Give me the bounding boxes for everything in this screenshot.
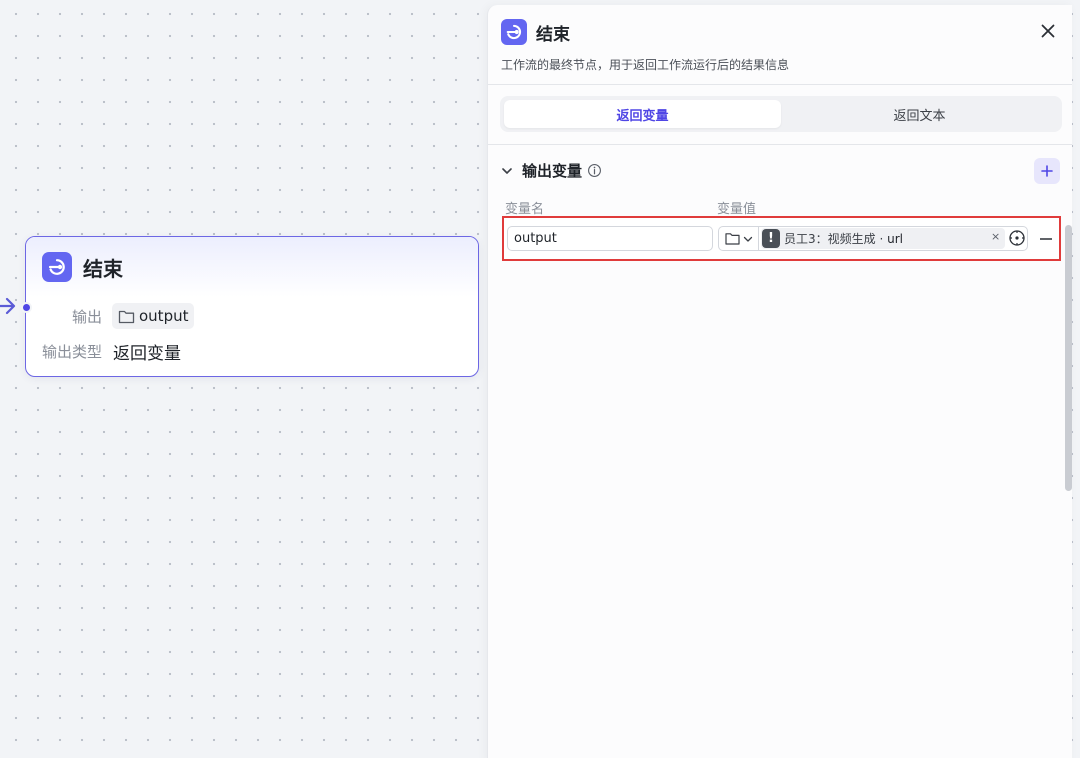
node-config-panel: 结束 工作流的最终节点，用于返回工作流运行后的结果信息 返回变量 返回文本 输出… xyxy=(487,5,1072,758)
end-node[interactable]: 结束 输出 output 输出类型 返回变量 xyxy=(25,236,479,377)
end-node-icon xyxy=(42,252,72,282)
variable-reference-text: 员工3：视频生成 · url xyxy=(784,230,903,247)
reference-path: url xyxy=(887,232,903,246)
connection-arrow-icon xyxy=(0,297,16,315)
node-output-type-row: 输出类型 返回变量 xyxy=(26,339,181,364)
node-input-port[interactable] xyxy=(21,302,32,313)
end-node-title: 结束 xyxy=(83,256,123,281)
panel-title: 结束 xyxy=(536,24,570,45)
chevron-down-icon xyxy=(743,236,752,242)
node-output-chip: output xyxy=(112,303,195,329)
node-output-row: 输出 output xyxy=(26,303,195,329)
output-variables-section-header[interactable]: 输出变量 xyxy=(501,160,602,181)
close-icon[interactable] xyxy=(1038,21,1058,41)
divider xyxy=(488,144,1072,145)
reference-picker-icon[interactable] xyxy=(1008,229,1026,247)
info-icon[interactable] xyxy=(587,163,602,178)
chevron-down-icon[interactable] xyxy=(501,165,513,177)
add-variable-button[interactable] xyxy=(1034,158,1060,184)
clear-reference-icon[interactable]: × xyxy=(991,230,1000,243)
variable-row: ! 员工3：视频生成 · url × xyxy=(502,216,1061,261)
column-header-name: 变量名 xyxy=(505,202,545,217)
warning-icon: ! xyxy=(762,229,780,248)
output-mode-tabs: 返回变量 返回文本 xyxy=(500,96,1062,132)
variable-reference-chip[interactable]: ! 员工3：视频生成 · url xyxy=(761,228,1005,249)
panel-description: 工作流的最终节点，用于返回工作流运行后的结果信息 xyxy=(501,58,790,72)
node-output-type-value: 返回变量 xyxy=(113,344,181,364)
node-output-label: 输出 xyxy=(71,307,102,326)
panel-scrollbar[interactable] xyxy=(1065,225,1072,491)
variable-value-field: ! 员工3：视频生成 · url × xyxy=(718,226,1028,251)
folder-icon xyxy=(118,310,135,323)
end-node-icon xyxy=(501,19,527,45)
tab-return-text[interactable]: 返回文本 xyxy=(781,100,1058,128)
end-node-header: 结束 xyxy=(26,237,478,297)
remove-variable-button[interactable] xyxy=(1039,229,1053,249)
panel-title-row: 结束 xyxy=(501,19,570,45)
node-output-value: output xyxy=(139,307,189,325)
panel-header: 结束 工作流的最终节点，用于返回工作流运行后的结果信息 xyxy=(488,5,1072,85)
minus-icon xyxy=(1040,238,1052,240)
column-header-value: 变量值 xyxy=(717,202,757,217)
value-type-dropdown[interactable] xyxy=(719,227,759,250)
folder-icon xyxy=(724,233,740,245)
tab-return-variables[interactable]: 返回变量 xyxy=(504,100,781,128)
plus-icon xyxy=(1041,165,1053,177)
reference-source: 员工3：视频生成 · xyxy=(784,232,888,246)
node-output-type-label: 输出类型 xyxy=(41,343,102,361)
variable-name-input[interactable] xyxy=(507,226,713,251)
section-title: 输出变量 xyxy=(522,162,583,180)
